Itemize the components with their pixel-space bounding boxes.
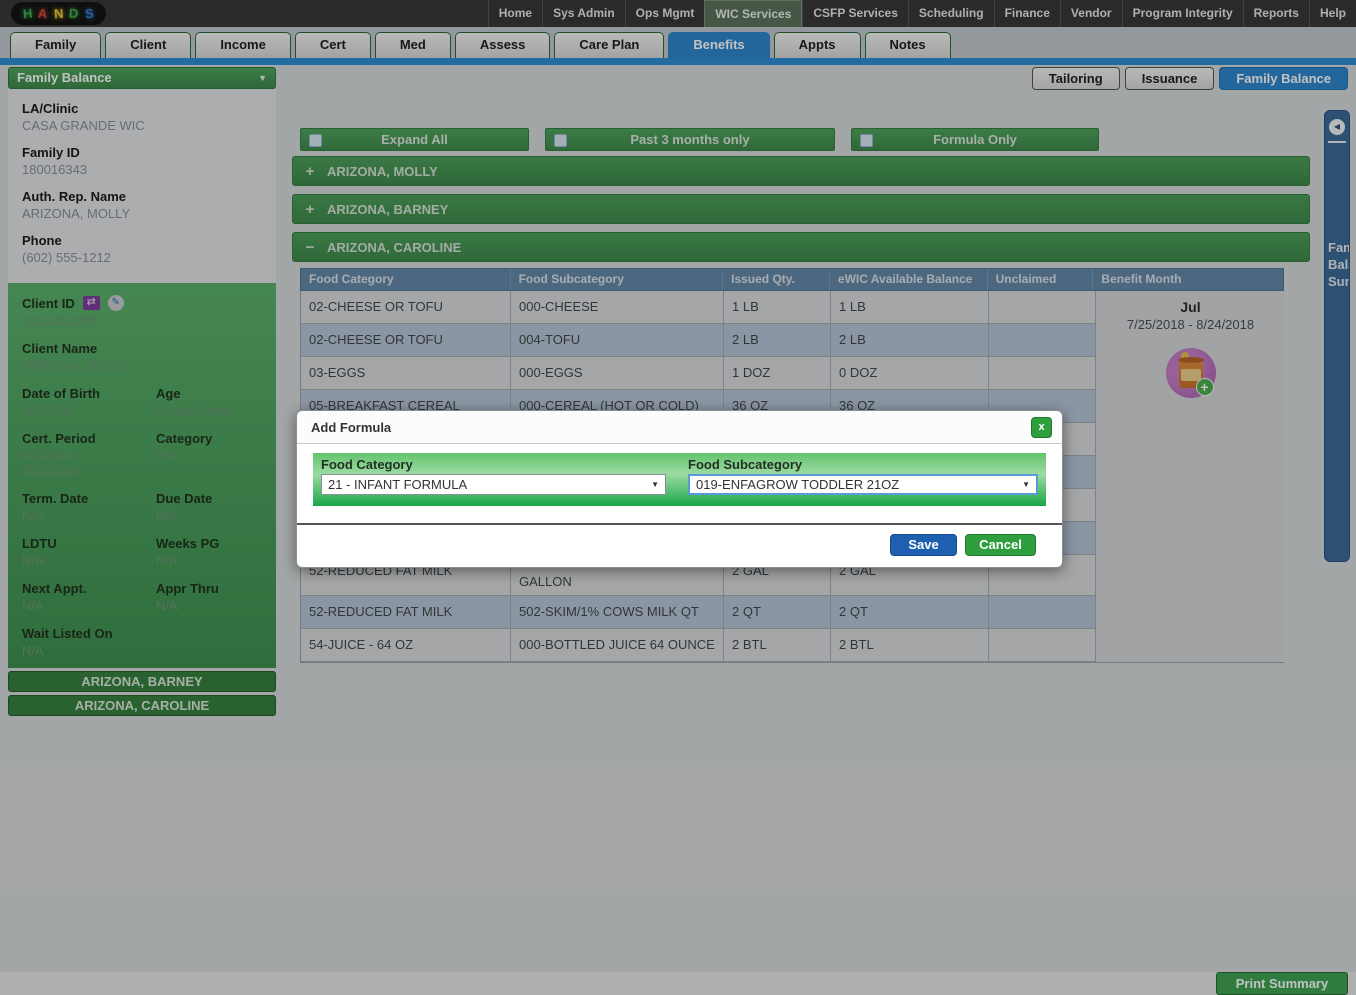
chevron-down-icon: ▼: [1022, 475, 1030, 494]
food-subcategory-select[interactable]: 019-ENFAGROW TODDLER 21OZ ▼: [688, 474, 1038, 495]
cancel-button[interactable]: Cancel: [965, 534, 1036, 556]
close-icon[interactable]: x: [1031, 417, 1052, 438]
food-category-label: Food Category: [321, 457, 666, 472]
food-category-select[interactable]: 21 - INFANT FORMULA ▼: [321, 474, 666, 495]
dialog-actions: Save Cancel: [297, 525, 1062, 556]
food-category-value: 21 - INFANT FORMULA: [328, 475, 467, 494]
dialog-form-panel: Food Category 21 - INFANT FORMULA ▼ Food…: [313, 453, 1046, 506]
add-formula-dialog: Add Formula x Food Category 21 - INFANT …: [296, 410, 1063, 568]
dialog-title-bar: Add Formula x: [297, 411, 1062, 444]
chevron-down-icon: ▼: [651, 475, 659, 494]
dialog-title: Add Formula: [311, 420, 391, 435]
save-button[interactable]: Save: [890, 534, 957, 556]
food-subcategory-value: 019-ENFAGROW TODDLER 21OZ: [696, 475, 899, 494]
food-subcategory-field: Food Subcategory 019-ENFAGROW TODDLER 21…: [688, 457, 1038, 502]
food-subcategory-label: Food Subcategory: [688, 457, 1038, 472]
food-category-field: Food Category 21 - INFANT FORMULA ▼: [321, 457, 666, 502]
